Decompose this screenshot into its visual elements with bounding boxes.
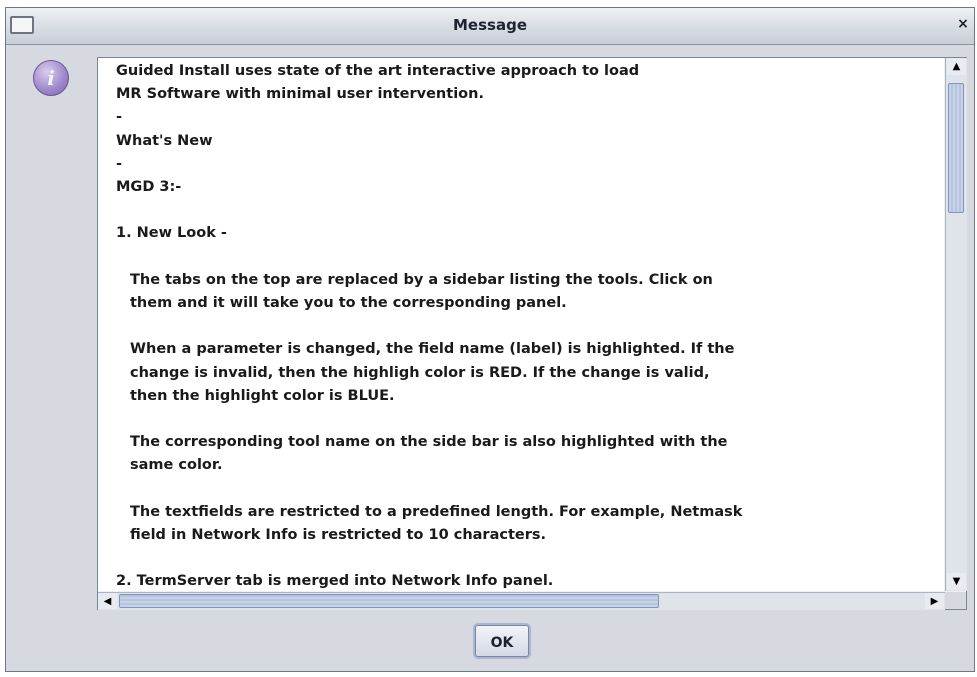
message-text-area[interactable]: Guided Install uses state of the art int… (98, 58, 944, 591)
scrollbar-corner (945, 592, 966, 609)
message-line: When a parameter is changed, the field n… (130, 341, 735, 358)
message-line: - (116, 109, 123, 126)
message-line: 1. New Look - (116, 225, 227, 242)
message-line: 2. TermServer tab is merged into Network… (116, 573, 554, 590)
scroll-left-arrow-icon[interactable]: ◀ (98, 593, 117, 609)
vertical-scrollbar[interactable]: ▲ ▼ (945, 58, 967, 591)
ok-button[interactable]: OK (475, 625, 529, 657)
scroll-down-arrow-icon[interactable]: ▼ (947, 573, 966, 590)
message-line: Guided Install uses state of the art int… (116, 63, 640, 79)
message-line: them and it will take you to the corresp… (130, 295, 567, 311)
message-line: MGD 3:- (116, 179, 182, 195)
message-line: MR Software with minimal user interventi… (116, 86, 484, 103)
message-line: then the highlight color is BLUE. (130, 387, 395, 404)
message-dialog: Message × i Guided Install uses state of… (5, 7, 975, 672)
message-line: The tabs on the top are replaced by a si… (130, 271, 713, 288)
window-title: Message (453, 16, 527, 34)
message-line: field in Network Info is restricted to 1… (130, 527, 547, 543)
scroll-right-arrow-icon[interactable]: ▶ (925, 593, 944, 609)
message-line: What's New (116, 132, 213, 149)
message-line: The corresponding tool name on the side … (130, 434, 728, 451)
info-icon: i (33, 60, 69, 96)
message-scroll-pane[interactable]: Guided Install uses state of the art int… (97, 57, 967, 610)
horizontal-scroll-thumb[interactable] (119, 594, 659, 608)
message-line: change is invalid, then the highligh col… (130, 364, 710, 381)
message-line: The textfields are restricted to a prede… (130, 503, 743, 520)
horizontal-scrollbar[interactable]: ◀ ▶ (98, 592, 945, 610)
title-bar[interactable]: Message × (6, 8, 974, 45)
vertical-scroll-thumb[interactable] (948, 83, 964, 213)
close-button[interactable]: × (954, 15, 972, 33)
message-line: same color. (130, 457, 223, 474)
message-line: - (116, 155, 123, 172)
scroll-up-arrow-icon[interactable]: ▲ (947, 58, 966, 75)
